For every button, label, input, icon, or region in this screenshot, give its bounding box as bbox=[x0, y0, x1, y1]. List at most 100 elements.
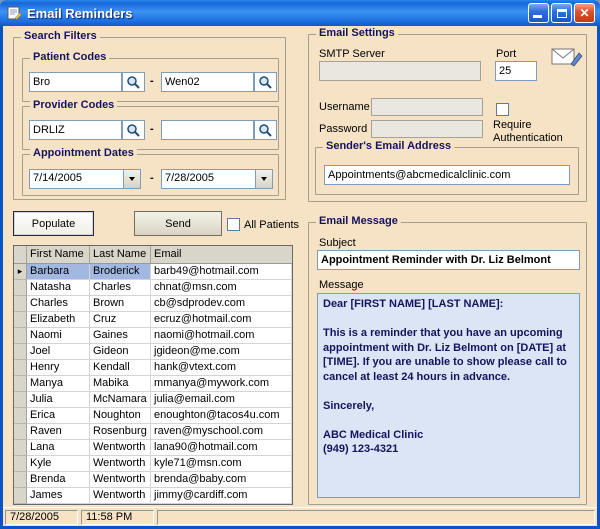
table-row[interactable]: KyleWentworthkyle71@msn.com bbox=[14, 456, 292, 472]
first-name-cell[interactable]: Naomi bbox=[27, 328, 90, 344]
row-selector[interactable] bbox=[14, 488, 27, 504]
provider-code-to-lookup-button[interactable] bbox=[254, 120, 277, 140]
last-name-cell[interactable]: Wentworth bbox=[90, 488, 151, 504]
dropdown-button[interactable] bbox=[123, 170, 140, 188]
table-row[interactable]: HenryKendallhank@vtext.com bbox=[14, 360, 292, 376]
email-cell[interactable]: mmanya@mywork.com bbox=[151, 376, 292, 392]
table-row[interactable]: NaomiGainesnaomi@hotmail.com bbox=[14, 328, 292, 344]
last-name-cell[interactable]: Gideon bbox=[90, 344, 151, 360]
first-name-cell[interactable]: Julia bbox=[27, 392, 90, 408]
table-row[interactable]: JuliaMcNamarajulia@email.com bbox=[14, 392, 292, 408]
last-name-cell[interactable]: Gaines bbox=[90, 328, 151, 344]
patient-code-to-input[interactable] bbox=[161, 72, 254, 92]
email-cell[interactable]: chnat@msn.com bbox=[151, 280, 292, 296]
row-selector[interactable]: ▸ bbox=[14, 264, 27, 280]
first-name-cell[interactable]: Erica bbox=[27, 408, 90, 424]
row-selector[interactable] bbox=[14, 344, 27, 360]
table-row[interactable]: NatashaCharleschnat@msn.com bbox=[14, 280, 292, 296]
require-authentication-checkbox[interactable] bbox=[496, 103, 509, 116]
minimize-button[interactable] bbox=[528, 3, 549, 23]
last-name-cell[interactable]: Wentworth bbox=[90, 440, 151, 456]
email-cell[interactable]: brenda@baby.com bbox=[151, 472, 292, 488]
first-name-cell[interactable]: Brenda bbox=[27, 472, 90, 488]
last-name-cell[interactable]: Kendall bbox=[90, 360, 151, 376]
row-selector[interactable] bbox=[14, 376, 27, 392]
row-selector[interactable] bbox=[14, 312, 27, 328]
first-name-cell[interactable]: Elizabeth bbox=[27, 312, 90, 328]
email-cell[interactable]: cb@sdprodev.com bbox=[151, 296, 292, 312]
provider-code-from-lookup-button[interactable] bbox=[122, 120, 145, 140]
first-name-cell[interactable]: Kyle bbox=[27, 456, 90, 472]
email-cell[interactable]: julia@email.com bbox=[151, 392, 292, 408]
row-selector[interactable] bbox=[14, 328, 27, 344]
last-name-cell[interactable]: Broderick bbox=[90, 264, 151, 280]
provider-code-to-input[interactable] bbox=[161, 120, 254, 140]
table-row[interactable]: ▸BarbaraBroderickbarb49@hotmail.com bbox=[14, 264, 292, 280]
last-name-cell[interactable]: McNamara bbox=[90, 392, 151, 408]
column-header-email[interactable]: Email bbox=[151, 246, 292, 263]
table-row[interactable]: ElizabethCruzecruz@hotmail.com bbox=[14, 312, 292, 328]
appointment-date-from-dropdown[interactable]: 7/14/2005 bbox=[29, 169, 141, 189]
populate-button[interactable]: Populate bbox=[13, 211, 94, 236]
row-selector[interactable] bbox=[14, 280, 27, 296]
row-selector[interactable] bbox=[14, 408, 27, 424]
table-row[interactable]: ManyaMabikammanya@mywork.com bbox=[14, 376, 292, 392]
email-cell[interactable]: kyle71@msn.com bbox=[151, 456, 292, 472]
last-name-cell[interactable]: Charles bbox=[90, 280, 151, 296]
column-header-first-name[interactable]: First Name bbox=[27, 246, 90, 263]
row-selector[interactable] bbox=[14, 424, 27, 440]
email-cell[interactable]: ecruz@hotmail.com bbox=[151, 312, 292, 328]
row-selector[interactable] bbox=[14, 456, 27, 472]
table-row[interactable]: LanaWentworthlana90@hotmail.com bbox=[14, 440, 292, 456]
subject-input[interactable] bbox=[317, 250, 580, 270]
first-name-cell[interactable]: Henry bbox=[27, 360, 90, 376]
port-input[interactable] bbox=[495, 61, 537, 81]
first-name-cell[interactable]: Barbara bbox=[27, 264, 90, 280]
last-name-cell[interactable]: Cruz bbox=[90, 312, 151, 328]
all-patients-checkbox[interactable] bbox=[227, 218, 240, 231]
row-selector[interactable] bbox=[14, 392, 27, 408]
column-header-last-name[interactable]: Last Name bbox=[90, 246, 151, 263]
table-row[interactable]: RavenRosenburgraven@myschool.com bbox=[14, 424, 292, 440]
row-selector[interactable] bbox=[14, 360, 27, 376]
last-name-cell[interactable]: Brown bbox=[90, 296, 151, 312]
row-selector[interactable] bbox=[14, 472, 27, 488]
first-name-cell[interactable]: Joel bbox=[27, 344, 90, 360]
email-cell[interactable]: jgideon@me.com bbox=[151, 344, 292, 360]
first-name-cell[interactable]: Lana bbox=[27, 440, 90, 456]
close-button[interactable]: ✕ bbox=[574, 3, 595, 23]
row-selector[interactable] bbox=[14, 296, 27, 312]
send-button[interactable]: Send bbox=[134, 211, 222, 236]
table-row[interactable]: BrendaWentworthbrenda@baby.com bbox=[14, 472, 292, 488]
patient-code-from-input[interactable] bbox=[29, 72, 122, 92]
email-cell[interactable]: naomi@hotmail.com bbox=[151, 328, 292, 344]
maximize-button[interactable] bbox=[551, 3, 572, 23]
last-name-cell[interactable]: Noughton bbox=[90, 408, 151, 424]
appointment-date-to-dropdown[interactable]: 7/28/2005 bbox=[161, 169, 273, 189]
patient-code-from-lookup-button[interactable] bbox=[122, 72, 145, 92]
table-row[interactable]: EricaNoughtonenoughton@tacos4u.com bbox=[14, 408, 292, 424]
table-row[interactable]: CharlesBrowncb@sdprodev.com bbox=[14, 296, 292, 312]
sender-email-input[interactable] bbox=[324, 165, 570, 185]
table-row[interactable]: JoelGideonjgideon@me.com bbox=[14, 344, 292, 360]
email-cell[interactable]: lana90@hotmail.com bbox=[151, 440, 292, 456]
last-name-cell[interactable]: Mabika bbox=[90, 376, 151, 392]
first-name-cell[interactable]: James bbox=[27, 488, 90, 504]
first-name-cell[interactable]: Natasha bbox=[27, 280, 90, 296]
provider-code-from-input[interactable] bbox=[29, 120, 122, 140]
first-name-cell[interactable]: Charles bbox=[27, 296, 90, 312]
email-cell[interactable]: enoughton@tacos4u.com bbox=[151, 408, 292, 424]
email-cell[interactable]: hank@vtext.com bbox=[151, 360, 292, 376]
title-bar[interactable]: Email Reminders ✕ bbox=[0, 0, 600, 26]
row-selector[interactable] bbox=[14, 440, 27, 456]
message-textarea[interactable]: Dear [FIRST NAME] [LAST NAME]: This is a… bbox=[317, 293, 580, 498]
dropdown-button[interactable] bbox=[255, 170, 272, 188]
patient-code-to-lookup-button[interactable] bbox=[254, 72, 277, 92]
first-name-cell[interactable]: Raven bbox=[27, 424, 90, 440]
email-cell[interactable]: raven@myschool.com bbox=[151, 424, 292, 440]
email-cell[interactable]: barb49@hotmail.com bbox=[151, 264, 292, 280]
last-name-cell[interactable]: Wentworth bbox=[90, 456, 151, 472]
first-name-cell[interactable]: Manya bbox=[27, 376, 90, 392]
last-name-cell[interactable]: Rosenburg bbox=[90, 424, 151, 440]
email-cell[interactable]: jimmy@cardiff.com bbox=[151, 488, 292, 504]
